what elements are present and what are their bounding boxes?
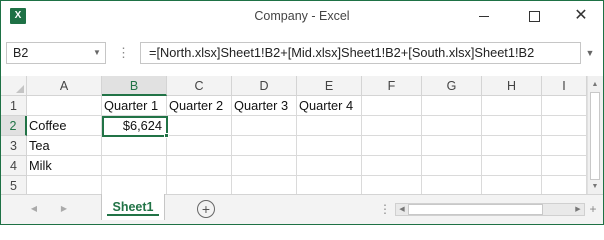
column-header-f[interactable]: F xyxy=(362,76,422,96)
minimize-icon xyxy=(479,16,489,17)
cell-g4[interactable] xyxy=(422,156,482,176)
name-box-dropdown-icon[interactable]: ▼ xyxy=(91,46,103,60)
cell-a1[interactable] xyxy=(27,96,102,116)
cell-d1[interactable]: Quarter 3 xyxy=(232,96,297,116)
column-header-i[interactable]: I xyxy=(542,76,587,96)
cell-b3[interactable] xyxy=(102,136,167,156)
cell-a5[interactable] xyxy=(27,176,102,196)
scroll-left-icon[interactable]: ◀ xyxy=(396,203,408,216)
formula-input[interactable]: =[North.xlsx]Sheet1!B2+[Mid.xlsx]Sheet1!… xyxy=(140,42,581,64)
active-tab-underline xyxy=(107,214,159,216)
active-cell-border xyxy=(102,116,168,137)
cell-b4[interactable] xyxy=(102,156,167,176)
vertical-scroll-thumb[interactable] xyxy=(590,92,600,180)
next-sheet-icon[interactable]: ▶ xyxy=(56,202,72,216)
cell-c2[interactable] xyxy=(167,116,232,136)
row-header-5[interactable]: 5 xyxy=(1,176,27,196)
close-button[interactable]: ✕ xyxy=(558,1,604,31)
cell-g1[interactable] xyxy=(422,96,482,116)
cell-i4[interactable] xyxy=(542,156,587,176)
zoom-in-icon[interactable]: + xyxy=(585,201,601,217)
column-header-d[interactable]: D xyxy=(232,76,297,96)
cell-f2[interactable] xyxy=(362,116,422,136)
scroll-down-icon[interactable]: ▼ xyxy=(587,180,603,194)
cell-f4[interactable] xyxy=(362,156,422,176)
cell-d2[interactable] xyxy=(232,116,297,136)
minimize-button[interactable] xyxy=(461,1,507,31)
cell-e4[interactable] xyxy=(297,156,362,176)
maximize-icon xyxy=(529,11,540,22)
cell-b1[interactable]: Quarter 1 xyxy=(102,96,167,116)
cell-g2[interactable] xyxy=(422,116,482,136)
cell-e3[interactable] xyxy=(297,136,362,156)
cell-g5[interactable] xyxy=(422,176,482,196)
column-header-g[interactable]: G xyxy=(422,76,482,96)
cell-f1[interactable] xyxy=(362,96,422,116)
cell-a2[interactable]: Coffee xyxy=(27,116,102,136)
cell-h3[interactable] xyxy=(482,136,542,156)
close-icon: ✕ xyxy=(574,7,588,24)
cell-i3[interactable] xyxy=(542,136,587,156)
tab-splitter-icon[interactable]: ⋮ xyxy=(378,201,392,217)
cell-c5[interactable] xyxy=(167,176,232,196)
cell-e1[interactable]: Quarter 4 xyxy=(297,96,362,116)
cell-a4[interactable]: Milk xyxy=(27,156,102,176)
cell-h2[interactable] xyxy=(482,116,542,136)
cell-g3[interactable] xyxy=(422,136,482,156)
cell-e5[interactable] xyxy=(297,176,362,196)
add-sheet-button[interactable]: + xyxy=(197,200,215,218)
fill-handle[interactable] xyxy=(164,133,169,138)
column-header-b[interactable]: B xyxy=(102,76,167,96)
cell-b5[interactable] xyxy=(102,176,167,196)
cell-i2[interactable] xyxy=(542,116,587,136)
scroll-up-icon[interactable]: ▲ xyxy=(587,78,603,92)
cell-c4[interactable] xyxy=(167,156,232,176)
cell-f5[interactable] xyxy=(362,176,422,196)
row-header-4[interactable]: 4 xyxy=(1,156,27,176)
cell-c1[interactable]: Quarter 2 xyxy=(167,96,232,116)
row-header-1[interactable]: 1 xyxy=(1,96,27,116)
cell-a3[interactable]: Tea xyxy=(27,136,102,156)
select-all-corner[interactable] xyxy=(1,76,27,96)
column-header-e[interactable]: E xyxy=(297,76,362,96)
column-header-c[interactable]: C xyxy=(167,76,232,96)
cell-f3[interactable] xyxy=(362,136,422,156)
formula-expand-icon[interactable]: ▼ xyxy=(582,42,598,64)
horizontal-scroll-thumb[interactable] xyxy=(408,204,543,215)
cell-d3[interactable] xyxy=(232,136,297,156)
cell-e2[interactable] xyxy=(297,116,362,136)
cell-c3[interactable] xyxy=(167,136,232,156)
scroll-right-icon[interactable]: ▶ xyxy=(572,203,584,216)
prev-sheet-icon[interactable]: ◀ xyxy=(26,202,42,216)
cell-h4[interactable] xyxy=(482,156,542,176)
cell-h1[interactable] xyxy=(482,96,542,116)
column-header-h[interactable]: H xyxy=(482,76,542,96)
row-header-2[interactable]: 2 xyxy=(1,116,27,136)
cell-d5[interactable] xyxy=(232,176,297,196)
cell-h5[interactable] xyxy=(482,176,542,196)
cell-d4[interactable] xyxy=(232,156,297,176)
formula-bar-grip-icon[interactable]: ⋮ xyxy=(116,44,130,62)
column-header-a[interactable]: A xyxy=(27,76,102,96)
maximize-button[interactable] xyxy=(511,1,557,31)
cell-i5[interactable] xyxy=(542,176,587,196)
sheet-tab-sheet1[interactable]: Sheet1 xyxy=(101,194,165,220)
cell-i1[interactable] xyxy=(542,96,587,116)
row-header-3[interactable]: 3 xyxy=(1,136,27,156)
